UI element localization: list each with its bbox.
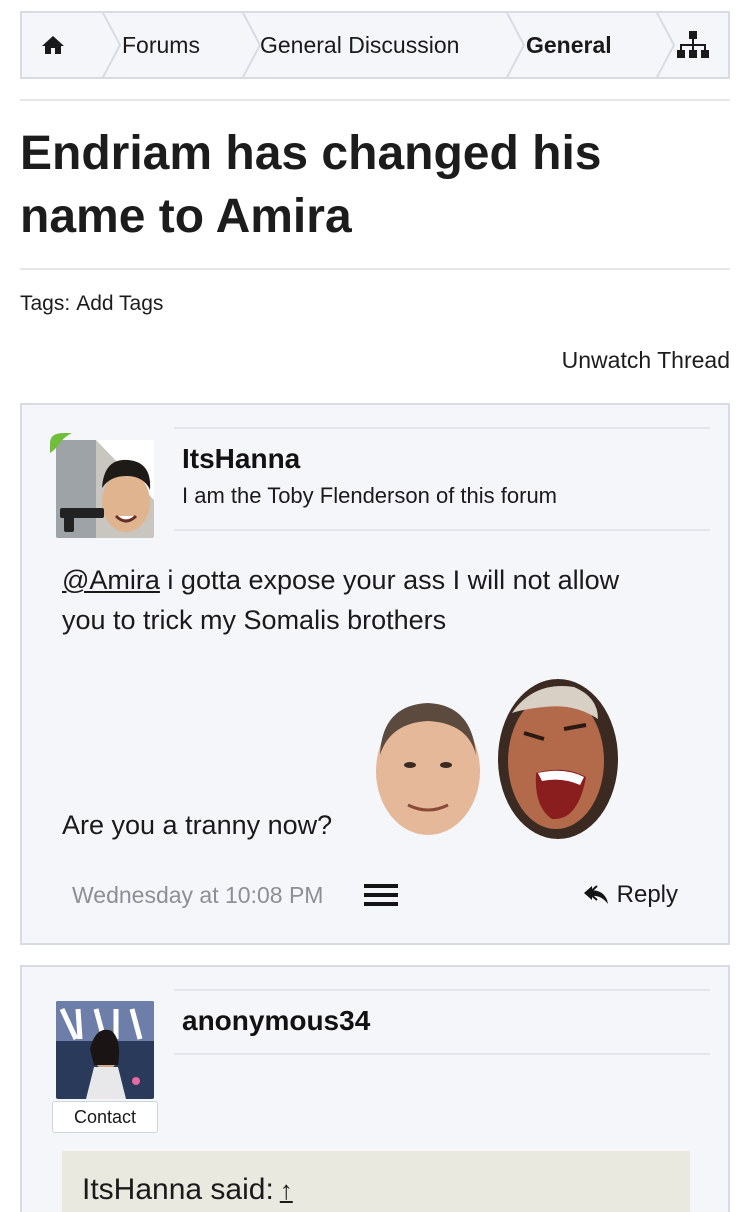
reply-button[interactable]: Reply xyxy=(583,881,678,909)
quote-author: ItsHanna said: xyxy=(82,1173,274,1206)
divider xyxy=(174,1053,710,1055)
quote-jump-link[interactable]: ↑ xyxy=(280,1175,293,1205)
emoji-face-icon xyxy=(376,703,480,835)
breadcrumb-home[interactable] xyxy=(22,13,122,77)
reply-icon xyxy=(583,885,608,904)
post-text-line-2: you to trick my Somalis brothers xyxy=(62,605,447,635)
post: ItsHanna I am the Toby Flenderson of thi… xyxy=(20,403,730,945)
menu-icon[interactable] xyxy=(364,884,398,906)
username[interactable]: anonymous34 xyxy=(182,1005,370,1037)
avatar[interactable] xyxy=(56,440,154,538)
avatar[interactable] xyxy=(56,1001,154,1099)
divider xyxy=(174,427,710,429)
thread-title-line-2: name to Amira xyxy=(20,190,352,243)
breadcrumb-forums-label: Forums xyxy=(122,31,200,58)
mention-link[interactable]: @Amira xyxy=(62,565,160,595)
home-icon xyxy=(42,36,64,54)
emoji-laughing-icon xyxy=(498,679,618,839)
post-body: @Amira i gotta expose your ass I will no… xyxy=(62,560,702,640)
tags-label: Tags: xyxy=(20,292,71,315)
breadcrumb-general-label: General xyxy=(526,31,612,58)
reply-label: Reply xyxy=(616,881,678,908)
username[interactable]: ItsHanna xyxy=(182,443,300,475)
breadcrumb-general-discussion-label: General Discussion xyxy=(260,31,460,58)
breadcrumb-general-discussion[interactable]: General Discussion xyxy=(224,13,526,77)
quote-attribution: ItsHanna said: ↑ xyxy=(82,1173,293,1207)
contact-button[interactable]: Contact xyxy=(52,1101,158,1133)
divider xyxy=(20,99,730,101)
divider xyxy=(174,989,710,991)
thread-title-line-1: Endriam has changed his xyxy=(20,127,602,180)
thread-title: Endriam has changed his name to Amira xyxy=(20,122,720,248)
divider xyxy=(20,268,730,270)
tags-row: Tags: Add Tags xyxy=(20,292,169,316)
add-tags-link[interactable]: Add Tags xyxy=(76,292,163,315)
sitemap-icon xyxy=(677,31,709,58)
post: Contact anonymous34 ItsHanna said: ↑ xyxy=(20,965,730,1212)
user-title: I am the Toby Flenderson of this forum xyxy=(182,483,557,508)
online-badge-icon xyxy=(50,433,72,453)
sitemap-button[interactable] xyxy=(638,13,728,77)
unwatch-thread-link[interactable]: Unwatch Thread xyxy=(562,347,730,374)
post-date[interactable]: Wednesday at 10:08 PM xyxy=(72,882,323,909)
quote-block: ItsHanna said: ↑ xyxy=(62,1151,690,1212)
breadcrumb: Forums General Discussion General xyxy=(20,11,730,79)
post-text-line-1: i gotta expose your ass I will not allow xyxy=(159,565,620,595)
divider xyxy=(174,529,710,531)
